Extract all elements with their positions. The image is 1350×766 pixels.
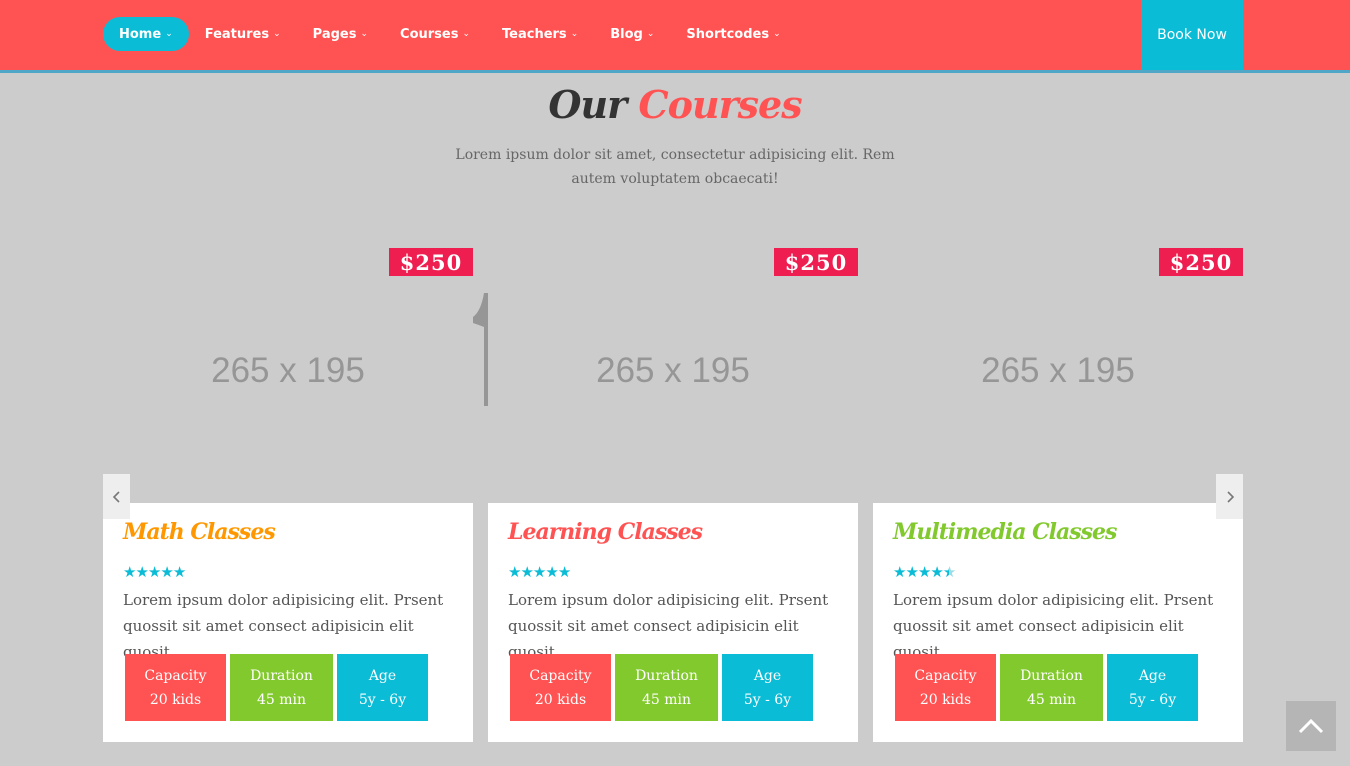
- stat-label: Age: [368, 667, 397, 684]
- course-image-placeholder[interactable]: 265 x 195: [103, 248, 473, 503]
- course-image-placeholder[interactable]: 265 x 195: [488, 248, 858, 503]
- stat-label: Age: [753, 667, 782, 684]
- nav-item-label: Home: [119, 26, 162, 42]
- nav-item-label: Features: [204, 26, 270, 42]
- course-card-body: Math Classes ★★★★★ Lorem ipsum dolor adi…: [103, 503, 473, 742]
- stat-value: 20 kids: [534, 691, 587, 708]
- stat-label: Age: [1138, 667, 1167, 684]
- course-title[interactable]: Math Classes: [123, 519, 276, 545]
- age-stat: Age 5y - 6y: [722, 654, 813, 721]
- nav-item-shortcodes[interactable]: Shortcodes ⌄: [670, 17, 796, 51]
- age-stat: Age 5y - 6y: [337, 654, 428, 721]
- star-icon: ★: [160, 563, 173, 581]
- section-title-accent: Courses: [638, 82, 802, 127]
- course-card: 265 x 195 $250 Multimedia Classes ★★★★★ …: [873, 248, 1243, 742]
- stat-value: 45 min: [1026, 691, 1077, 708]
- stat-label: Duration: [250, 667, 313, 684]
- rating-stars: ★★★★★: [123, 563, 186, 581]
- duration-stat: Duration 45 min: [230, 654, 333, 721]
- age-stat: Age 5y - 6y: [1107, 654, 1198, 721]
- course-title[interactable]: Learning Classes: [508, 519, 703, 545]
- section-title: Our Courses: [0, 82, 1350, 127]
- stat-label: Capacity: [529, 667, 592, 684]
- star-icon: ★: [557, 563, 571, 581]
- main-menu: Home ⌄ Features ⌄ Pages ⌄ Courses ⌄ Teac…: [103, 17, 797, 51]
- section-title-plain: Our: [548, 82, 627, 127]
- stat-label: Duration: [1020, 667, 1083, 684]
- price-badge: $250: [774, 248, 858, 276]
- capacity-stat: Capacity 20 kids: [125, 654, 226, 721]
- chevron-down-icon: ⌄: [570, 29, 579, 39]
- stat-label: Capacity: [144, 667, 207, 684]
- nav-item-teachers[interactable]: Teachers ⌄: [486, 17, 594, 51]
- section-subtitle: Lorem ipsum dolor sit amet, consectetur …: [455, 147, 895, 187]
- chevron-down-icon: ⌄: [646, 29, 655, 39]
- stat-value: 45 min: [641, 691, 692, 708]
- course-image-placeholder[interactable]: 265 x 195: [873, 248, 1243, 503]
- stat-value: 20 kids: [149, 691, 202, 708]
- nav-item-courses[interactable]: Courses ⌄: [384, 17, 486, 51]
- star-icon: ★: [532, 563, 546, 581]
- chevron-right-icon: [1226, 490, 1234, 503]
- book-now-button[interactable]: Book Now: [1141, 0, 1243, 70]
- star-icon: ★: [545, 563, 558, 581]
- top-navbar: Home ⌄ Features ⌄ Pages ⌄ Courses ⌄ Teac…: [0, 0, 1350, 73]
- chevron-down-icon: ⌄: [773, 29, 781, 39]
- star-icon: ★: [905, 563, 918, 581]
- course-card: 265 x 195 $250 Learning Classes ★★★★★ Lo…: [488, 248, 858, 742]
- star-icon: ★: [893, 563, 906, 581]
- duration-stat: Duration 45 min: [1000, 654, 1103, 721]
- course-card-body: Learning Classes ★★★★★ Lorem ipsum dolor…: [488, 503, 858, 742]
- chevron-up-icon: [1298, 718, 1324, 734]
- chevron-down-icon: ⌄: [165, 29, 173, 39]
- image-size-label: 265 x 195: [981, 350, 1135, 390]
- carousel-prev-button[interactable]: [103, 474, 130, 519]
- stat-value: 5y - 6y: [743, 691, 792, 708]
- rating-stars: ★★★★★: [893, 563, 956, 581]
- chevron-left-icon: [112, 490, 120, 503]
- nav-item-home[interactable]: Home ⌄: [103, 17, 189, 51]
- nav-item-label: Pages: [312, 26, 357, 42]
- stat-label: Duration: [635, 667, 698, 684]
- stat-value: 5y - 6y: [1128, 691, 1177, 708]
- star-icon: ★: [123, 563, 136, 581]
- capacity-stat: Capacity 20 kids: [510, 654, 611, 721]
- capacity-stat: Capacity 20 kids: [895, 654, 996, 721]
- course-card-body: Multimedia Classes ★★★★★ Lorem ipsum dol…: [873, 503, 1243, 742]
- chevron-down-icon: ⌄: [462, 29, 471, 39]
- nav-item-label: Blog: [610, 26, 643, 42]
- chevron-down-icon: ⌄: [360, 29, 369, 39]
- course-card: 265 x 195 $250 Math Classes ★★★★★ Lorem …: [103, 248, 473, 742]
- stat-value: 45 min: [256, 691, 307, 708]
- duration-stat: Duration 45 min: [615, 654, 718, 721]
- star-icon: ★: [135, 563, 148, 581]
- price-badge: $250: [1159, 248, 1243, 276]
- stat-value: 20 kids: [919, 691, 972, 708]
- chevron-down-icon: ⌄: [273, 29, 281, 39]
- star-icon: ★: [508, 563, 521, 581]
- nav-item-label: Teachers: [502, 26, 567, 42]
- back-to-top-button[interactable]: [1286, 701, 1336, 751]
- nav-item-features[interactable]: Features ⌄: [189, 17, 297, 51]
- course-title[interactable]: Multimedia Classes: [893, 519, 1117, 545]
- nav-item-label: Shortcodes: [686, 26, 770, 42]
- star-icon: ★: [930, 563, 943, 581]
- stat-value: 5y - 6y: [358, 691, 407, 708]
- image-fragment-divider: [473, 293, 488, 406]
- star-icon: ★: [147, 563, 161, 581]
- price-badge: $250: [389, 248, 473, 276]
- nav-item-blog[interactable]: Blog ⌄: [594, 17, 670, 51]
- image-size-label: 265 x 195: [211, 350, 365, 390]
- image-size-label: 265 x 195: [596, 350, 750, 390]
- rating-stars: ★★★★★: [508, 563, 571, 581]
- star-icon: ★: [172, 563, 186, 581]
- nav-item-pages[interactable]: Pages ⌄: [297, 17, 384, 51]
- star-icon: ★: [520, 563, 533, 581]
- carousel-next-button[interactable]: [1216, 474, 1243, 519]
- star-icon: ★: [942, 563, 956, 581]
- stat-label: Capacity: [914, 667, 977, 684]
- star-icon: ★: [917, 563, 931, 581]
- nav-item-label: Courses: [400, 26, 459, 42]
